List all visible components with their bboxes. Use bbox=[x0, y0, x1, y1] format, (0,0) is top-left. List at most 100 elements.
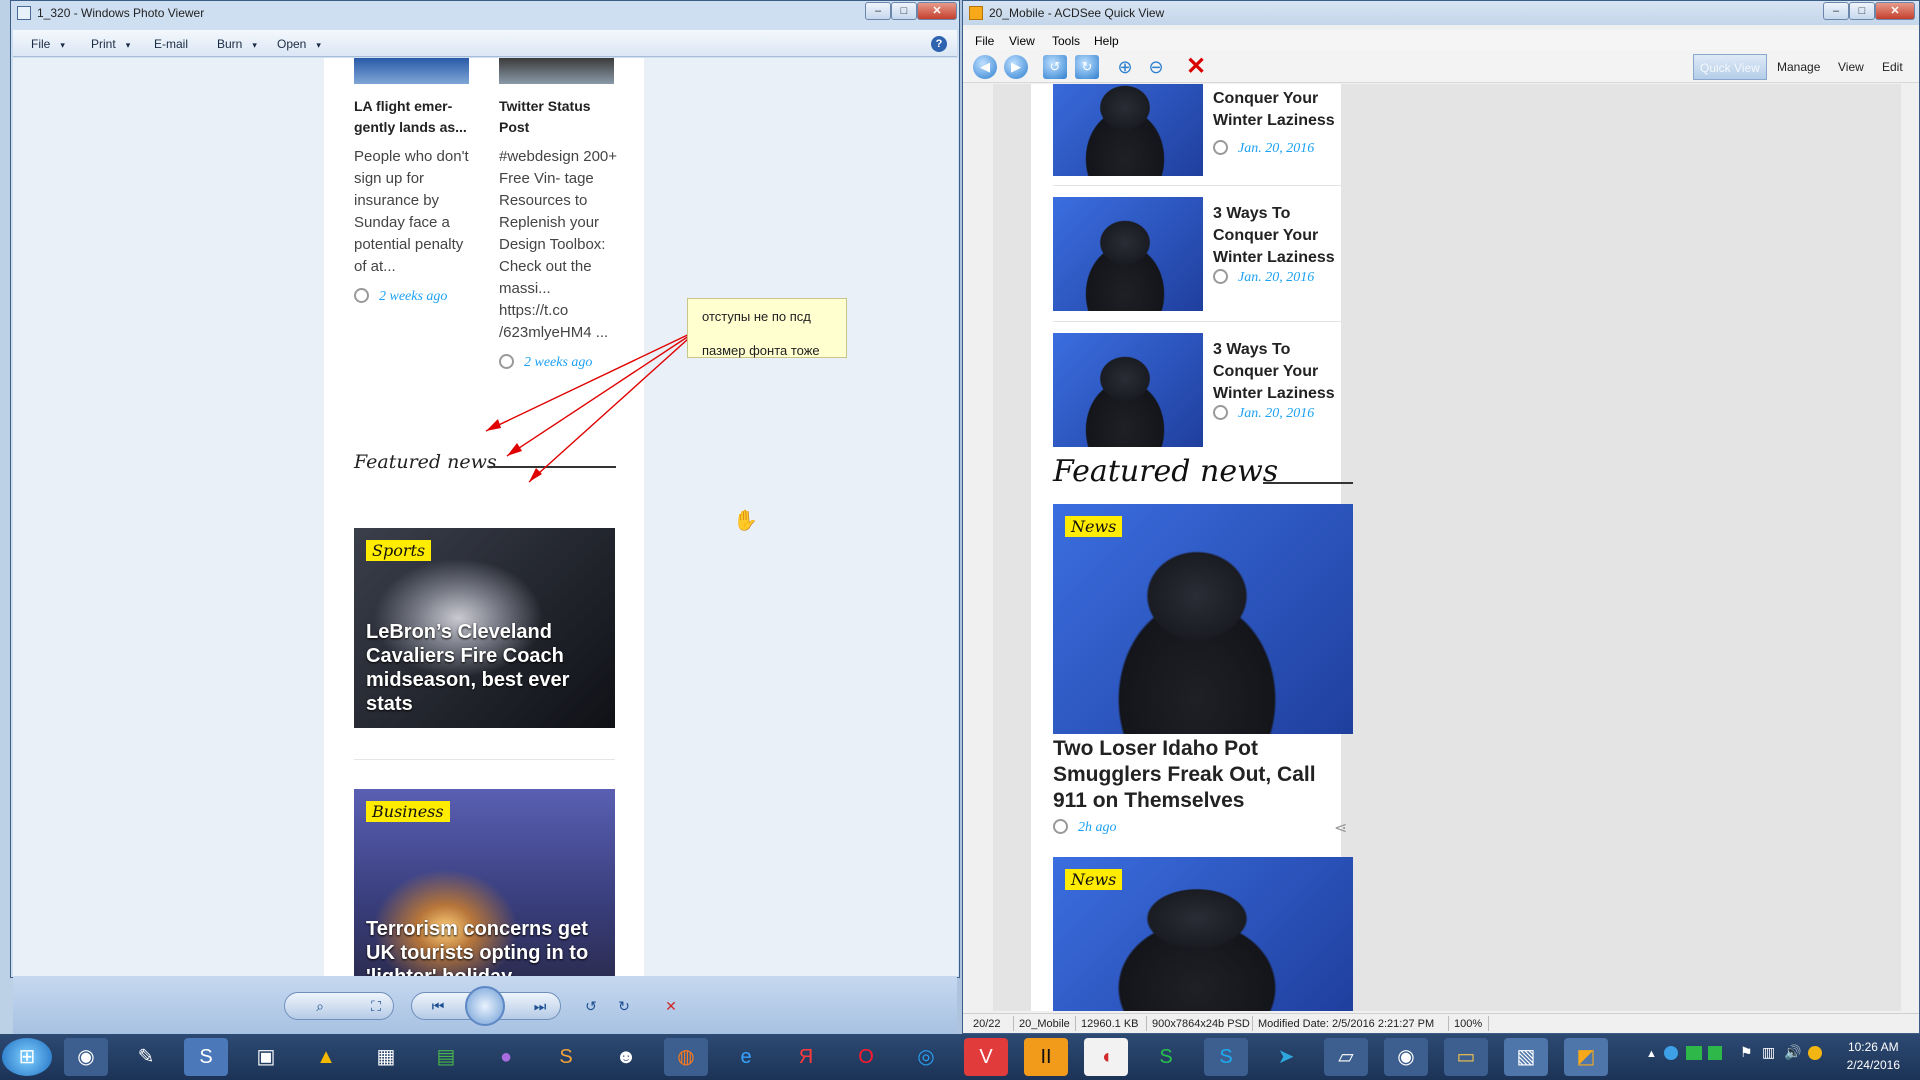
list-item[interactable]: Conquer Your Winter Laziness Jan. 20, 20… bbox=[1053, 84, 1353, 178]
excel-taskbar-icon[interactable]: ▤ bbox=[424, 1038, 468, 1076]
photo-viewer-app-icon bbox=[17, 6, 31, 20]
menu-file[interactable]: File bbox=[975, 34, 994, 48]
divider bbox=[1053, 185, 1353, 186]
article-date: Jan. 20, 2016 bbox=[1238, 141, 1315, 156]
menu-print[interactable]: Print ▾ bbox=[91, 37, 130, 51]
system-clock[interactable]: 10:26 AM 2/24/2016 bbox=[1847, 1038, 1900, 1074]
clock-icon bbox=[1213, 269, 1228, 284]
help-icon[interactable]: ? bbox=[931, 36, 947, 52]
photo-viewer-titlebar[interactable]: 1_320 - Windows Photo Viewer bbox=[11, 1, 959, 25]
annotation-arrows bbox=[485, 326, 702, 483]
zoom-icon[interactable]: ⌕ bbox=[309, 996, 331, 1016]
next-icon[interactable]: ⏭ bbox=[529, 996, 551, 1016]
menu-view[interactable]: View bbox=[1009, 34, 1035, 48]
tray-app-icon[interactable] bbox=[1808, 1046, 1822, 1060]
acdsee-window: 20_Mobile - ACDSee Quick View – □ ✕ File… bbox=[962, 0, 1920, 1034]
tray-app-icon[interactable] bbox=[1664, 1046, 1678, 1060]
hand-cursor-icon: ✋ bbox=[733, 510, 758, 532]
ii-taskbar-icon[interactable]: II bbox=[1024, 1038, 1068, 1076]
minimize-button[interactable]: – bbox=[1823, 2, 1849, 20]
opera-taskbar-icon[interactable]: O bbox=[844, 1038, 888, 1076]
yandex-taskbar-icon[interactable]: Я bbox=[784, 1038, 828, 1076]
vivaldi-taskbar-icon[interactable]: V bbox=[964, 1038, 1008, 1076]
ie-taskbar-icon[interactable]: e bbox=[724, 1038, 768, 1076]
forward-icon[interactable]: ▶ bbox=[1004, 55, 1028, 79]
photo-viewer-taskbar-icon[interactable]: ▧ bbox=[1504, 1038, 1548, 1076]
sublime-taskbar-icon[interactable]: S bbox=[544, 1038, 588, 1076]
s-green-taskbar-icon[interactable]: S bbox=[1144, 1038, 1188, 1076]
tray-expand-icon[interactable]: ▲ bbox=[1646, 1048, 1657, 1060]
acdsee-titlebar[interactable]: 20_Mobile - ACDSee Quick View bbox=[963, 1, 1919, 25]
mask-taskbar-icon[interactable]: ☻ bbox=[604, 1038, 648, 1076]
close-button[interactable]: ✕ bbox=[917, 2, 957, 20]
anydesk-taskbar-icon[interactable]: ◖ bbox=[1084, 1038, 1128, 1076]
notepad-taskbar-icon[interactable]: ✎ bbox=[124, 1038, 168, 1076]
featured-card[interactable]: News bbox=[1053, 504, 1353, 734]
featured-card[interactable]: News bbox=[1053, 857, 1353, 1011]
calculator-taskbar-icon[interactable]: ▦ bbox=[364, 1038, 408, 1076]
warning-taskbar-icon[interactable]: ▲ bbox=[304, 1038, 348, 1076]
start-button[interactable]: ⊞ bbox=[2, 1038, 52, 1076]
clock-date: 2/24/2016 bbox=[1846, 1058, 1900, 1072]
tab-view[interactable]: View bbox=[1832, 54, 1870, 80]
menu-burn[interactable]: Burn ▾ bbox=[217, 37, 257, 51]
menu-tools[interactable]: Tools bbox=[1052, 34, 1080, 48]
section-rule bbox=[1263, 482, 1353, 484]
tab-quick-view[interactable]: Quick View bbox=[1693, 54, 1767, 80]
browser-taskbar-icon[interactable]: ◎ bbox=[904, 1038, 948, 1076]
chrome-taskbar-icon[interactable]: ◉ bbox=[64, 1038, 108, 1076]
annotation-note[interactable]: отступы не по псд пазмер фонта тоже bbox=[687, 298, 847, 358]
save-taskbar-icon[interactable]: ▣ bbox=[244, 1038, 288, 1076]
list-item[interactable]: 3 Ways To Conquer Your Winter Laziness J… bbox=[1053, 333, 1353, 449]
rotate-left-icon[interactable]: ↺ bbox=[1043, 55, 1067, 79]
annotation-line: пазмер фонта тоже bbox=[702, 343, 820, 358]
acdsee-taskbar-icon[interactable]: ◩ bbox=[1564, 1038, 1608, 1076]
chrome-taskbar-icon[interactable]: ◉ bbox=[1384, 1038, 1428, 1076]
delete-icon[interactable]: ✕ bbox=[1184, 55, 1208, 79]
tab-edit[interactable]: Edit bbox=[1876, 54, 1909, 80]
rotate-left-icon[interactable]: ↺ bbox=[580, 996, 602, 1016]
previous-icon[interactable]: ⏮ bbox=[427, 996, 449, 1016]
featured-title[interactable]: Two Loser Idaho Pot Smugglers Freak Out,… bbox=[1053, 736, 1343, 814]
explorer-taskbar-icon[interactable]: ▭ bbox=[1444, 1038, 1488, 1076]
image-canvas[interactable]: Conquer Your Winter Laziness Jan. 20, 20… bbox=[993, 84, 1901, 1011]
rotate-right-icon[interactable]: ↻ bbox=[613, 996, 635, 1016]
maximize-button[interactable]: □ bbox=[1849, 2, 1875, 20]
status-dimensions: 900x7864x24b PSD bbox=[1152, 1018, 1250, 1030]
menu-open[interactable]: Open ▾ bbox=[277, 37, 321, 51]
circle-app-taskbar-icon[interactable]: ● bbox=[484, 1038, 528, 1076]
notes-taskbar-icon[interactable]: ▱ bbox=[1324, 1038, 1368, 1076]
actual-size-icon[interactable]: ⛶ bbox=[365, 996, 387, 1016]
slideshow-button[interactable] bbox=[465, 986, 505, 1026]
tab-manage[interactable]: Manage bbox=[1771, 54, 1826, 80]
rotate-right-icon[interactable]: ↻ bbox=[1075, 55, 1099, 79]
share-icon[interactable]: ⋖ bbox=[1334, 818, 1347, 838]
article-date: Jan. 20, 2016 bbox=[1238, 270, 1315, 285]
delete-icon[interactable]: ✕ bbox=[660, 996, 682, 1016]
skype-taskbar-icon[interactable]: S bbox=[1204, 1038, 1248, 1076]
network-icon[interactable]: ▥ bbox=[1762, 1044, 1775, 1061]
back-icon[interactable]: ◀ bbox=[973, 55, 997, 79]
zoom-in-icon[interactable]: ⊕ bbox=[1113, 55, 1137, 79]
menu-help[interactable]: Help bbox=[1094, 34, 1119, 48]
tray-app-icon[interactable] bbox=[1708, 1046, 1722, 1060]
s-app-taskbar-icon[interactable]: S bbox=[184, 1038, 228, 1076]
acdsee-app-icon bbox=[969, 6, 983, 20]
maximize-button[interactable]: □ bbox=[891, 2, 917, 20]
telegram-taskbar-icon[interactable]: ➤ bbox=[1264, 1038, 1308, 1076]
chevron-down-icon: ▾ bbox=[316, 40, 321, 50]
tray-app-icon[interactable] bbox=[1686, 1046, 1702, 1060]
divider bbox=[1053, 321, 1353, 322]
firefox-taskbar-icon[interactable]: ◍ bbox=[664, 1038, 708, 1076]
volume-icon[interactable]: 🔊 bbox=[1784, 1044, 1801, 1061]
list-item[interactable]: 3 Ways To Conquer Your Winter Laziness J… bbox=[1053, 197, 1353, 313]
minimize-button[interactable]: – bbox=[865, 2, 891, 20]
article-title: 3 Ways To Conquer Your Winter Laziness bbox=[1213, 341, 1335, 402]
menu-file[interactable]: File ▾ bbox=[31, 37, 65, 51]
menu-email[interactable]: E-mail bbox=[154, 37, 198, 51]
photo-canvas[interactable]: LA flight emer- gently lands as... Peopl… bbox=[13, 58, 958, 976]
clock-icon bbox=[1053, 819, 1068, 834]
flag-icon[interactable]: ⚑ bbox=[1740, 1044, 1753, 1061]
close-button[interactable]: ✕ bbox=[1875, 2, 1915, 20]
zoom-out-icon[interactable]: ⊖ bbox=[1144, 55, 1168, 79]
